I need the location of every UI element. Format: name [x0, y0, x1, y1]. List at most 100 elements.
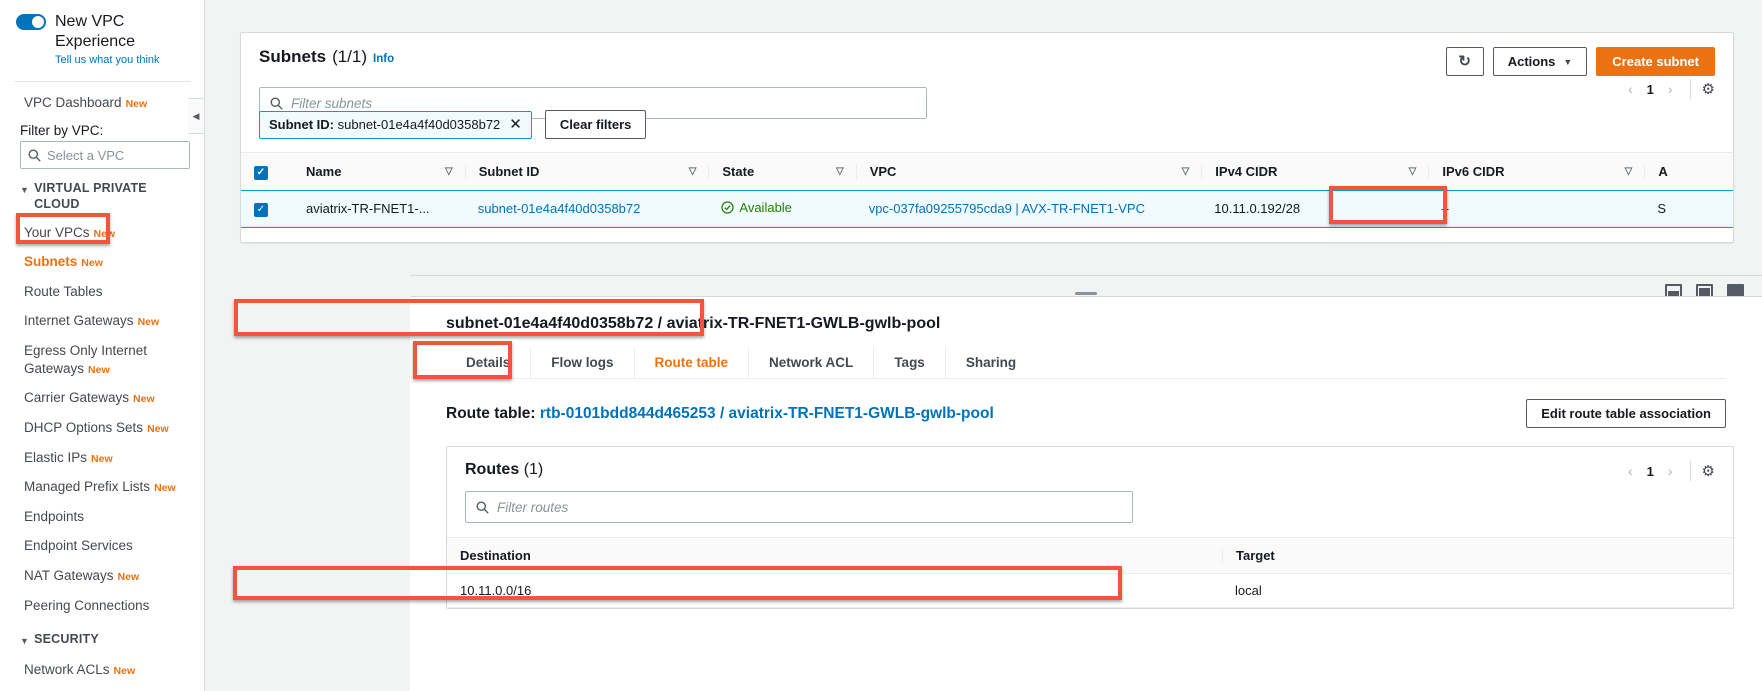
cell-ipv6-cidr: – — [1428, 190, 1645, 227]
tab-details[interactable]: Details — [446, 347, 532, 378]
new-badge: New — [133, 393, 155, 406]
sidebar-item-subnets[interactable]: Subnets New — [0, 247, 204, 277]
refresh-button[interactable]: ↻ — [1445, 47, 1484, 76]
sidebar-item-vpc-dashboard[interactable]: VPC Dashboard New — [0, 88, 204, 118]
column-header-ipv4-cidr[interactable]: IPv4 CIDR ▽ — [1201, 152, 1429, 191]
next-page-button[interactable]: › — [1662, 81, 1679, 97]
sidebar-item-your-vpcs[interactable]: Your VPCs New — [0, 218, 204, 248]
sidebar-group-security[interactable]: ▼ SECURITY — [0, 620, 204, 655]
sort-icon: ▽ — [445, 166, 453, 177]
sidebar-group-label: VIRTUAL PRIVATE CLOUD — [34, 181, 147, 212]
row-select-cell: ✓ — [241, 190, 294, 227]
tab-flow-logs[interactable]: Flow logs — [531, 347, 635, 378]
info-link[interactable]: Info — [373, 53, 394, 65]
column-header-vpc[interactable]: VPC ▽ — [855, 152, 1202, 191]
subnets-panel: Subnets (1/1) Info ↻ Actions ▼ Create su… — [240, 32, 1734, 243]
sidebar-item-managed-prefix-lists[interactable]: Managed Prefix Lists New — [0, 472, 204, 502]
column-header-destination[interactable]: Destination — [447, 537, 1222, 574]
sidebar-item-label: NAT Gateways — [24, 567, 114, 583]
cell-state: Available — [708, 190, 856, 227]
sidebar-item-dhcp-options-sets[interactable]: DHCP Options Sets New — [0, 413, 204, 443]
prev-page-button[interactable]: ‹ — [1622, 463, 1639, 479]
edit-route-table-association-button[interactable]: Edit route table association — [1526, 399, 1726, 428]
cell-destination: 10.11.0.0/16 — [447, 573, 1222, 608]
sidebar-item-endpoints[interactable]: Endpoints — [0, 502, 204, 532]
page-number[interactable]: 1 — [1643, 82, 1658, 97]
routes-pagination: ‹ 1 › ⚙ — [1622, 461, 1715, 481]
route-table-link[interactable]: rtb-0101bdd844d465253 / aviatrix-TR-FNET… — [540, 405, 994, 422]
tab-network-acl[interactable]: Network ACL — [749, 347, 875, 378]
subnets-title-text: Subnets — [259, 47, 327, 66]
subnets-table: ✓ Name ▽ Subnet ID ▽ State ▽ VPC ▽ IPv4 CIDR… — [241, 152, 1733, 228]
routes-title-text: Routes — [465, 461, 520, 478]
sidebar-item-carrier-gateways[interactable]: Carrier Gateways New — [0, 383, 204, 413]
feedback-link[interactable]: Tell us what you think — [55, 54, 190, 68]
sidebar-group-virtual-private-cloud[interactable]: ▼ VIRTUAL PRIVATE CLOUD — [0, 169, 204, 217]
cell-vpc: vpc-037fa09255795cda9 | AVX-TR-FNET1-VPC — [855, 190, 1202, 227]
refresh-icon: ↻ — [1458, 53, 1471, 70]
gear-icon[interactable]: ⚙ — [1702, 462, 1715, 480]
routes-count: (1) — [523, 461, 544, 478]
sidebar-item-endpoint-services[interactable]: Endpoint Services — [0, 531, 204, 561]
select-all-checkbox[interactable]: ✓ — [254, 166, 268, 180]
actions-button[interactable]: Actions ▼ — [1492, 47, 1588, 76]
splitter-grip[interactable] — [1075, 292, 1097, 295]
routes-filter-field[interactable] — [465, 491, 1133, 523]
sidebar-item-label: DHCP Options Sets — [24, 419, 144, 435]
sidebar-item-label: Peering Connections — [24, 597, 150, 613]
column-header-state[interactable]: State ▽ — [708, 152, 856, 191]
sidebar-collapse-button[interactable]: ◀ — [188, 98, 204, 134]
sidebar-item-elastic-ips[interactable]: Elastic IPs New — [0, 443, 204, 473]
subnet-id-link[interactable]: subnet-01e4a4f40d0358b72 — [465, 201, 641, 216]
row-checkbox[interactable]: ✓ — [254, 203, 268, 217]
vpc-select-field[interactable] — [20, 141, 190, 170]
column-header-name[interactable]: Name ▽ — [293, 152, 465, 191]
main-content: Subnets (1/1) Info ↻ Actions ▼ Create su… — [205, 0, 1762, 691]
divider — [1689, 79, 1691, 99]
sidebar-item-internet-gateways[interactable]: Internet Gateways New — [0, 306, 204, 336]
subnets-filter-input[interactable] — [291, 95, 916, 111]
new-vpc-experience-toggle[interactable] — [16, 14, 46, 30]
page-title: Subnets (1/1) Info — [259, 47, 394, 67]
status-available-icon — [721, 201, 735, 214]
search-icon — [270, 97, 283, 110]
column-header-target[interactable]: Target — [1222, 537, 1733, 574]
sidebar-item-label: VPC Dashboard — [24, 94, 122, 110]
sidebar-item-peering-connections[interactable]: Peering Connections — [0, 591, 204, 621]
subnets-pagination: ‹ 1 › ⚙ — [1622, 79, 1715, 99]
routes-panel: Routes (1) ‹ 1 › ⚙ Filter routes Destina… — [446, 446, 1734, 609]
sort-icon: ▽ — [836, 166, 844, 177]
sidebar-item-egress-only-internet-gateways[interactable]: Egress Only Internet Gateways New — [0, 336, 204, 383]
column-header-subnet-id[interactable]: Subnet ID ▽ — [464, 152, 709, 191]
page-number[interactable]: 1 — [1643, 464, 1658, 479]
tab-tags[interactable]: Tags — [874, 347, 946, 378]
prev-page-button[interactable]: ‹ — [1622, 81, 1639, 97]
new-badge: New — [113, 665, 136, 678]
create-subnet-button[interactable]: Create subnet — [1596, 47, 1715, 76]
sidebar-nav: VPC DashboardNew Filter by VPC: ▼ VIRTUA… — [0, 82, 204, 685]
tab-route-table[interactable]: Route table — [635, 347, 750, 378]
new-badge: New — [125, 97, 148, 110]
route-table-prefix: Route table: — [446, 404, 536, 422]
sidebar-item-route-tables[interactable]: Route Tables — [0, 277, 204, 307]
filter-token-subnet-id[interactable]: Subnet ID: subnet-01e4a4f40d0358b72 ✕ — [259, 110, 532, 139]
column-header-extra[interactable]: A — [1644, 152, 1733, 191]
clear-filters-button[interactable]: Clear filters — [544, 110, 647, 139]
table-row[interactable]: ✓ aviatrix-TR-FNET1-... subnet-01e4a4f40… — [241, 189, 1733, 228]
vpc-link[interactable]: vpc-037fa09255795cda9 | AVX-TR-FNET1-VPC — [856, 201, 1145, 216]
sort-icon: ▽ — [1624, 166, 1633, 177]
sidebar-item-nat-gateways[interactable]: NAT Gateways New — [0, 561, 204, 591]
tab-sharing[interactable]: Sharing — [946, 347, 1036, 378]
token-key: Subnet ID: — [269, 117, 334, 132]
gear-icon[interactable]: ⚙ — [1702, 80, 1715, 98]
table-row[interactable]: 10.11.0.0/16 local — [447, 573, 1733, 608]
chevron-down-icon: ▼ — [20, 185, 30, 196]
next-page-button[interactable]: › — [1662, 463, 1679, 479]
column-header-ipv6-cidr[interactable]: IPv6 CIDR ▽ — [1428, 152, 1645, 191]
routes-filter-input[interactable] — [497, 499, 1122, 515]
sidebar-item-network-acls[interactable]: Network ACLs New — [0, 655, 204, 685]
cell-name: aviatrix-TR-FNET1-... — [293, 190, 465, 227]
vpc-search-input[interactable] — [47, 147, 182, 163]
close-icon[interactable]: ✕ — [509, 117, 522, 132]
new-badge: New — [93, 227, 116, 240]
